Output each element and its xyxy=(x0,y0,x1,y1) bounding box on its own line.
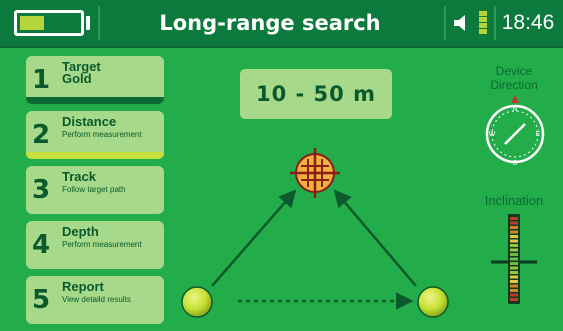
inclination-segment xyxy=(510,266,518,270)
compass-label-line1: Device xyxy=(495,64,533,78)
start-point-ball xyxy=(181,286,213,318)
header-divider xyxy=(494,6,496,40)
inclination-label: Inclination xyxy=(484,193,544,208)
inclination-segment xyxy=(510,244,518,247)
distance-display: 10 - 50 m xyxy=(240,69,392,119)
distance-value: 10 - 50 m xyxy=(256,82,376,106)
inclination-segment xyxy=(510,271,518,274)
inclination-meter xyxy=(491,214,537,304)
inclination-segment xyxy=(510,298,518,301)
header-divider xyxy=(444,6,446,40)
signal-strength-icon xyxy=(479,11,487,34)
compass-icon: N E S W xyxy=(485,95,545,167)
arrow-to-target-left xyxy=(211,189,297,287)
inclination-segment xyxy=(510,293,518,297)
battery-icon xyxy=(14,10,84,36)
inclination-segment xyxy=(510,275,518,279)
step-subtitle: Follow target path xyxy=(62,185,126,194)
page-title: Long-range search xyxy=(159,11,381,35)
screen: Long-range search 18:46 1 Target Gold 2 … xyxy=(0,0,563,331)
step-subtitle: Perform measurement xyxy=(62,130,142,139)
compass-letter-w: W xyxy=(489,131,496,138)
inclination-segment xyxy=(510,230,518,234)
end-point-ball xyxy=(417,286,449,318)
step-target[interactable]: 1 Target Gold xyxy=(26,56,164,104)
compass-letter-s: S xyxy=(513,160,518,167)
clock: 18:46 xyxy=(501,11,555,34)
speaker-icon[interactable] xyxy=(452,13,472,33)
inclination-segment xyxy=(510,280,518,283)
inclination-segment xyxy=(510,221,518,225)
inclination-segment xyxy=(510,226,518,229)
step-number: 1 xyxy=(32,65,51,95)
battery-tip xyxy=(86,16,90,30)
inclination-segment xyxy=(510,289,518,292)
inclination-segment xyxy=(510,257,518,261)
step-subtitle: Gold xyxy=(62,71,92,86)
step-subtitle: View detaild results xyxy=(62,295,131,304)
compass-letter-n: N xyxy=(512,106,517,113)
inclination-segment xyxy=(510,239,518,243)
step-number: 3 xyxy=(32,175,51,205)
compass-label-line2: Direction xyxy=(490,78,538,92)
inclination-segment xyxy=(510,262,518,265)
crosshair-target-icon xyxy=(290,148,340,198)
arrow-to-target-right xyxy=(333,189,417,287)
header-divider xyxy=(98,6,100,40)
step-progress-bar xyxy=(26,152,164,159)
step-distance[interactable]: 2 Distance Perform measurement xyxy=(26,111,164,159)
compass-needle xyxy=(504,123,526,145)
step-track[interactable]: 3 Track Follow target path xyxy=(26,166,164,214)
inclination-segment xyxy=(510,253,518,256)
inclination-segment xyxy=(510,217,518,220)
step-progress-bar xyxy=(26,97,164,104)
inclination-segment xyxy=(510,248,518,252)
step-number: 4 xyxy=(32,230,51,260)
battery-level-fill xyxy=(20,16,44,30)
step-depth[interactable]: 4 Depth Perform measurement xyxy=(26,221,164,269)
step-subtitle: Perform measurement xyxy=(62,240,142,249)
header-bar: Long-range search 18:46 xyxy=(0,0,563,48)
step-number: 5 xyxy=(32,285,51,315)
inclination-segment xyxy=(510,235,518,238)
step-number: 2 xyxy=(32,120,51,150)
compass-letter-e: E xyxy=(536,131,541,138)
triangulation-diagram xyxy=(181,148,449,318)
step-report[interactable]: 5 Report View detaild results xyxy=(26,276,164,324)
north-arrow-icon xyxy=(511,95,519,103)
inclination-segment xyxy=(510,284,518,288)
